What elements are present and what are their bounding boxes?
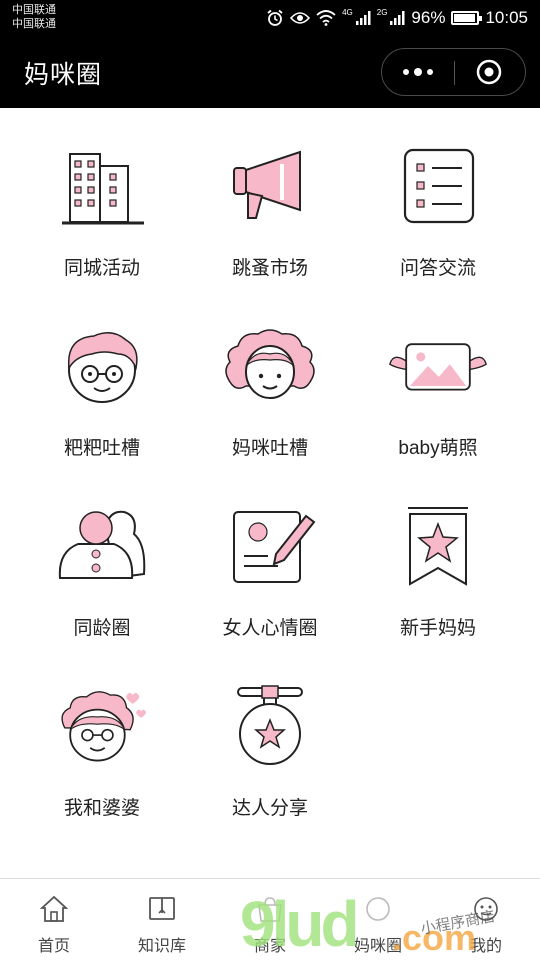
grid-item-baby-photos[interactable]: baby萌照 — [348, 288, 528, 468]
grid-item-mom-talk[interactable]: 妈咪吐槽 — [180, 288, 360, 468]
tab-label: 商家 — [253, 938, 286, 955]
grid-item-womens-mood[interactable]: 女人心情圈 — [180, 468, 360, 648]
grid-item-label: 我和婆婆 — [63, 798, 140, 819]
grid-item-expert-share[interactable]: 达人分享 — [180, 648, 360, 828]
profile-icon — [471, 895, 501, 923]
grid-item-same-age[interactable]: 同龄圈 — [12, 468, 192, 648]
tab-bar: 首页 知识库 商家 妈咪圈 我的 — [0, 878, 540, 960]
star-medal-icon — [220, 684, 320, 768]
eye-icon — [290, 11, 311, 25]
winged-photo-icon — [388, 324, 488, 408]
grid-item-label: 同龄圈 — [73, 618, 131, 639]
network-type-1: 4G — [342, 7, 353, 17]
status-indicators: 4G 2G 96% 10:05 — [266, 7, 528, 29]
tab-home[interactable]: 首页 — [0, 879, 108, 960]
carrier-2-label: 中国联通 — [12, 18, 56, 30]
page-title: 妈咪圈 — [24, 61, 103, 89]
grid-item-mother-in-law[interactable]: 我和婆婆 — [12, 648, 192, 828]
carrier-1-label: 中国联通 — [12, 4, 56, 16]
tab-merchants[interactable]: 商家 — [216, 879, 324, 960]
buildings-icon — [52, 144, 152, 228]
grid-item-dad-talk[interactable]: 粑粑吐槽 — [12, 288, 192, 468]
mom-face-icon — [220, 324, 320, 408]
note-pencil-icon — [220, 504, 320, 588]
dad-face-icon — [52, 324, 152, 408]
status-bar: 中国联通 中国联通 4G 2G 96% 10:05 — [0, 0, 540, 36]
tab-knowledge[interactable]: 知识库 — [108, 879, 216, 960]
target-close-icon[interactable] — [453, 49, 525, 95]
grid-item-label: 问答交流 — [399, 258, 476, 279]
grid-item-label: 女人心情圈 — [222, 618, 318, 639]
checklist-icon — [388, 144, 488, 228]
tab-label: 我的 — [469, 938, 502, 955]
nav-bar: 妈咪圈 — [0, 36, 540, 108]
more-dots-icon[interactable] — [382, 49, 454, 95]
network-type-2: 2G — [376, 7, 388, 17]
tab-label: 知识库 — [137, 938, 186, 955]
home-icon — [39, 895, 69, 923]
battery-percent: 96% — [411, 8, 446, 27]
signal-2-icon — [389, 10, 405, 26]
tab-label: 首页 — [37, 938, 70, 955]
wifi-icon — [316, 10, 336, 26]
circle-icon — [363, 895, 393, 923]
people-group-icon — [52, 504, 152, 588]
store-icon — [255, 895, 285, 923]
grid-item-label: 同城活动 — [63, 258, 140, 279]
tab-label: 妈咪圈 — [353, 938, 402, 955]
alarm-icon — [266, 9, 284, 27]
grid-item-qa[interactable]: 问答交流 — [348, 108, 528, 288]
mini-program-capsule — [381, 48, 526, 96]
tab-mommy-circle[interactable]: 妈咪圈 — [324, 879, 432, 960]
grid-item-flea-market[interactable]: 跳蚤市场 — [180, 108, 360, 288]
grid-item-new-mom[interactable]: 新手妈妈 — [348, 468, 528, 648]
grid-item-label: 达人分享 — [231, 798, 308, 819]
grid-item-label: 粑粑吐槽 — [63, 438, 140, 459]
grandma-face-icon — [52, 684, 152, 768]
grid-item-city-events[interactable]: 同城活动 — [12, 108, 192, 288]
signal-1-icon — [355, 10, 371, 26]
star-bookmark-icon — [388, 504, 488, 588]
carrier-info: 中国联通 中国联通 — [12, 3, 56, 31]
grid-item-label: 新手妈妈 — [399, 618, 476, 639]
grid-item-label: 跳蚤市场 — [231, 258, 308, 279]
grid-item-label: baby萌照 — [398, 438, 478, 459]
book-icon — [147, 895, 177, 923]
clock-time: 10:05 — [485, 8, 528, 27]
tab-mine[interactable]: 我的 — [432, 879, 540, 960]
battery-icon — [451, 11, 483, 25]
grid-item-label: 妈咪吐槽 — [231, 438, 308, 459]
megaphone-icon — [220, 144, 320, 228]
